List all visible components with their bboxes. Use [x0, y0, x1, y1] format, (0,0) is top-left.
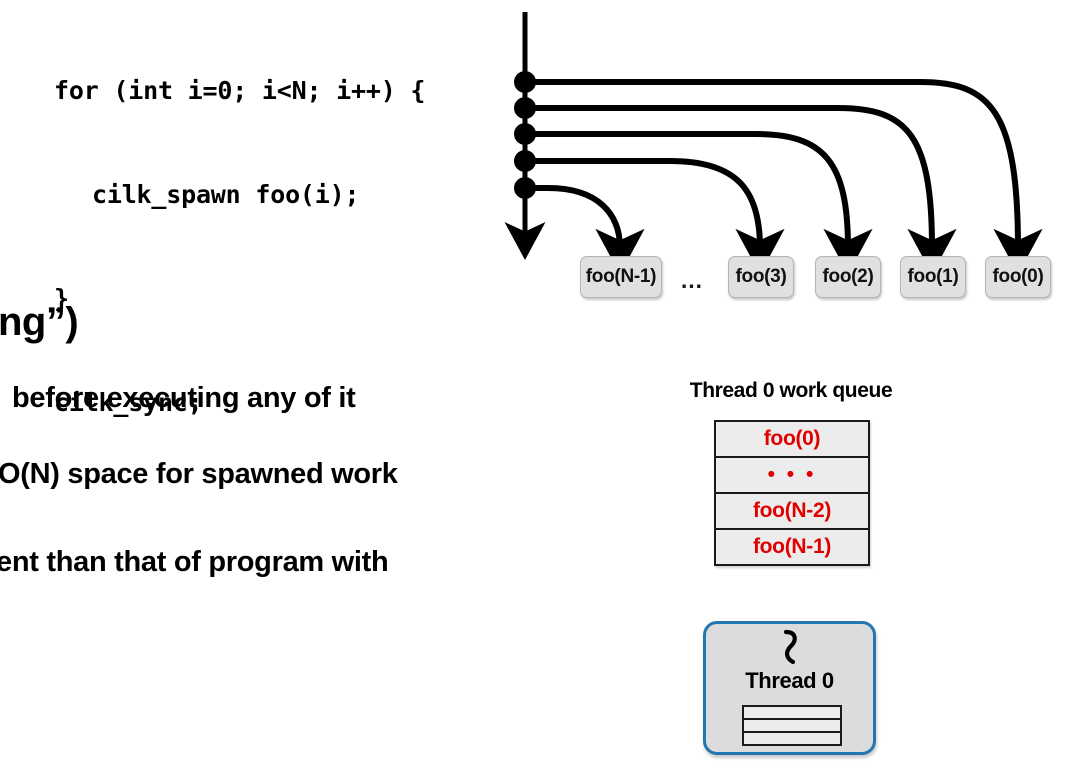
work-queue-row-n-2[interactable]: foo(N-2)	[716, 494, 868, 530]
heading-tail-text: ng”)	[0, 300, 79, 344]
thread-slot-table	[742, 705, 842, 746]
spawn-box-foo-0[interactable]: foo(0)	[985, 256, 1051, 298]
bullet-text-2: O(N) space for spawned work	[0, 458, 398, 490]
code-line-close-brace: }	[54, 284, 69, 313]
work-queue-table: foo(0) • • • foo(N-2) foo(N-1)	[714, 420, 870, 566]
spawn-box-foo-3[interactable]: foo(3)	[728, 256, 794, 298]
spawn-arcs	[525, 79, 1043, 275]
squiggle-glyph	[783, 629, 797, 665]
thread-box[interactable]: Thread 0	[703, 621, 876, 755]
code-line-cilk-spawn: cilk_spawn foo(i);	[92, 180, 360, 209]
spawn-points	[514, 71, 536, 199]
work-queue-row-n-1[interactable]: foo(N-1)	[716, 530, 868, 564]
work-queue-title: Thread 0 work queue	[689, 379, 893, 402]
spawn-boxes-ellipsis: …	[680, 267, 705, 293]
code-line-for: for (int i=0; i<N; i++) {	[54, 76, 426, 105]
spawn-diagram: foo(N-1) … foo(3) foo(2) foo(1) foo(0)	[490, 0, 1070, 310]
spawn-box-foo-2[interactable]: foo(2)	[815, 256, 881, 298]
thread-slot-3	[744, 733, 840, 744]
spawn-box-foo-n-1[interactable]: foo(N-1)	[580, 256, 662, 298]
bullet-text-1: before executing any of it	[12, 382, 356, 414]
work-queue-row-ellipsis: • • •	[716, 458, 868, 494]
slide-canvas: for (int i=0; i<N; i++) { cilk_spawn foo…	[0, 0, 1070, 762]
work-queue-row-0[interactable]: foo(0)	[716, 422, 868, 458]
thread-slot-1	[744, 707, 840, 720]
code-block: for (int i=0; i<N; i++) { cilk_spawn foo…	[54, 28, 474, 494]
thread-squiggle-icon	[706, 628, 873, 666]
thread-slot-2	[744, 720, 840, 733]
bullet-text-3: ent than that of program with	[0, 546, 389, 578]
spawn-box-foo-1[interactable]: foo(1)	[900, 256, 966, 298]
thread-label: Thread 0	[745, 668, 834, 693]
